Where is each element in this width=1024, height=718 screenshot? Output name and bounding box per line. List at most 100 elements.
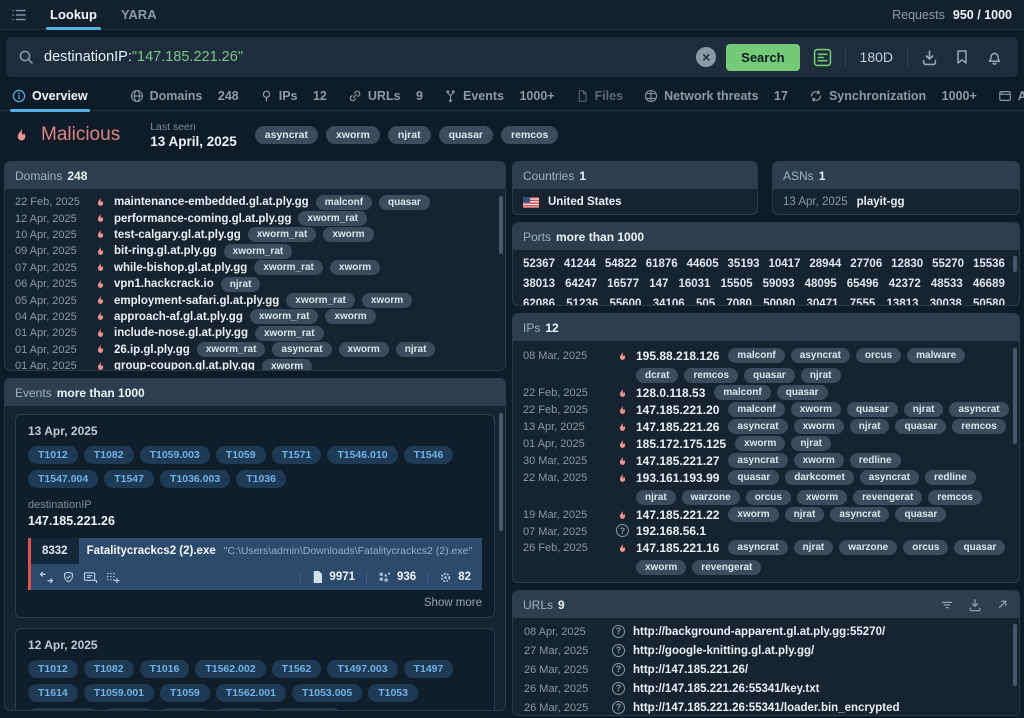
malware-tag[interactable]: quasar — [954, 540, 1005, 555]
port-value[interactable]: 34106 — [653, 294, 685, 305]
malware-tag[interactable]: njrat — [388, 126, 431, 144]
mitre-technique-tag[interactable]: T1071 — [216, 708, 266, 711]
domain-name[interactable]: bit-ring.gl.at.ply.gg — [114, 245, 217, 257]
malware-tag[interactable]: quasar — [847, 402, 898, 417]
malware-tag[interactable]: asyncrat — [728, 453, 787, 468]
malware-tag[interactable]: xworm — [330, 260, 380, 275]
malware-tag[interactable]: remcos — [928, 490, 982, 505]
url-link[interactable]: http://147.185.221.26:55341/loader.bin_e… — [633, 702, 900, 714]
scrollbar[interactable] — [1013, 624, 1017, 686]
port-value[interactable]: 35193 — [728, 254, 760, 274]
malware-tag[interactable]: quasar — [777, 385, 828, 400]
port-value[interactable]: 55600 — [609, 294, 641, 305]
ip-address[interactable]: 147.185.221.27 — [636, 454, 719, 468]
tab-analyses[interactable]: Analyses 994 — [998, 82, 1024, 111]
malware-tag[interactable]: redline — [850, 453, 901, 468]
mitre-technique-tag[interactable]: T1562 — [272, 660, 322, 678]
port-value[interactable]: 51236 — [566, 294, 598, 305]
port-value[interactable]: 41244 — [564, 254, 596, 274]
mitre-technique-tag[interactable]: T1053 — [368, 684, 418, 702]
mitre-technique-tag[interactable]: T1082 — [84, 660, 134, 678]
malware-tag[interactable]: xworm — [362, 293, 412, 308]
tab-events[interactable]: Events 1000+ — [444, 82, 555, 111]
mitre-technique-tag[interactable]: T1012 — [28, 446, 78, 464]
malware-tag[interactable]: asyncrat — [728, 419, 787, 434]
malware-tag[interactable]: njrat — [801, 368, 841, 383]
ip-address[interactable]: 147.185.221.26 — [636, 420, 719, 434]
ip-address[interactable]: 192.168.56.1 — [636, 524, 706, 538]
scrollbar[interactable] — [1013, 348, 1017, 444]
port-value[interactable]: 505 — [696, 294, 715, 305]
domain-name[interactable]: test-calgary.gl.at.ply.gg — [114, 229, 241, 241]
malware-tag[interactable]: xworm — [794, 419, 844, 434]
malware-tag[interactable]: xworm — [326, 126, 380, 144]
port-value[interactable]: 147 — [649, 274, 668, 294]
download-icon[interactable] — [968, 598, 982, 612]
malware-tag[interactable]: malconf — [728, 402, 784, 417]
ip-address[interactable]: 147.185.221.22 — [636, 508, 719, 522]
mitre-technique-tag[interactable]: T1547 — [104, 708, 154, 711]
mitre-technique-tag[interactable]: T1547.004 — [28, 470, 98, 488]
malware-tag[interactable]: darkcomet — [785, 470, 854, 485]
malware-tag[interactable]: njrat — [396, 342, 436, 357]
malware-tag[interactable]: revengerat — [853, 490, 922, 505]
malware-tag[interactable]: njrat — [904, 402, 944, 417]
malware-tag[interactable]: xworm — [791, 402, 841, 417]
port-value[interactable]: 64247 — [565, 274, 597, 294]
domain-name[interactable]: while-bishop.gl.at.ply.gg — [114, 262, 247, 274]
malware-tag[interactable]: quasar — [379, 195, 430, 210]
port-value[interactable]: 7080 — [726, 294, 752, 305]
malware-tag[interactable]: xworm — [323, 227, 373, 242]
port-value[interactable]: 15536 — [973, 254, 1005, 274]
mitre-technique-tag[interactable]: T1546.010 — [327, 446, 397, 464]
mitre-technique-tag[interactable]: T1059.001 — [84, 684, 154, 702]
port-value[interactable]: 48095 — [805, 274, 837, 294]
malware-tag[interactable]: asyncrat — [830, 507, 889, 522]
ip-address[interactable]: 195.88.218.126 — [636, 349, 719, 363]
open-external-icon[interactable] — [996, 598, 1009, 611]
port-value[interactable]: 28944 — [809, 254, 841, 274]
url-link[interactable]: http://147.185.221.26/ — [633, 664, 748, 676]
mitre-technique-tag[interactable]: T1547.001 — [28, 708, 98, 711]
process-row[interactable]: 8332 Fatalitycrackcs2 (2).exe "C:\Users\… — [28, 538, 482, 590]
domain-name[interactable]: employment-safari.gl.at.ply.gg — [114, 295, 279, 307]
port-value[interactable]: 7555 — [850, 294, 876, 305]
port-value[interactable]: 55270 — [932, 254, 964, 274]
malware-tag[interactable]: remcos — [952, 419, 1006, 434]
malware-tag[interactable]: njrat — [850, 419, 890, 434]
domain-name[interactable]: include-nose.gl.at.ply.gg — [114, 327, 248, 339]
malware-tag[interactable]: malconf — [714, 385, 770, 400]
malware-tag[interactable]: asyncrat — [791, 348, 850, 363]
ip-address[interactable]: 128.0.118.53 — [636, 386, 705, 400]
port-value[interactable]: 27706 — [850, 254, 882, 274]
malware-tag[interactable]: revengerat — [692, 560, 761, 575]
malware-tag[interactable]: asyncrat — [860, 470, 919, 485]
mitre-technique-tag[interactable]: T1059.003 — [140, 446, 210, 464]
malware-tag[interactable]: xworm_rat — [298, 211, 367, 226]
malware-tag[interactable]: xworm — [735, 436, 785, 451]
mitre-technique-tag[interactable]: T1012 — [28, 660, 78, 678]
malware-tag[interactable]: quasar — [439, 126, 493, 144]
mitre-technique-tag[interactable]: T1571 — [272, 446, 322, 464]
mitre-technique-tag[interactable]: T1053.005 — [292, 684, 362, 702]
port-value[interactable]: 48533 — [931, 274, 963, 294]
mitre-technique-tag[interactable]: T1059.003 — [272, 708, 342, 711]
files-count[interactable]: 9971 — [300, 571, 366, 584]
port-value[interactable]: 54822 — [605, 254, 637, 274]
malware-tag[interactable]: asyncrat — [255, 126, 318, 144]
port-value[interactable]: 46689 — [973, 274, 1005, 294]
malware-tag[interactable]: xworm_rat — [197, 342, 266, 357]
port-value[interactable]: 16577 — [607, 274, 639, 294]
mitre-technique-tag[interactable]: T1016 — [140, 660, 190, 678]
malware-tag[interactable]: quasar — [728, 470, 779, 485]
port-value[interactable]: 42372 — [889, 274, 921, 294]
tab-synchronization[interactable]: Synchronization 1000+ — [809, 82, 977, 111]
malware-tag[interactable]: xworm_rat — [255, 326, 324, 341]
malware-tag[interactable]: dcrat — [636, 368, 678, 383]
clear-search-button[interactable]: × — [696, 47, 716, 67]
malware-tag[interactable]: asyncrat — [272, 342, 331, 357]
show-more-link[interactable]: Show more — [28, 597, 482, 609]
url-link[interactable]: http://147.185.221.26:55341/key.txt — [633, 683, 819, 695]
malware-tag[interactable]: redline — [925, 470, 976, 485]
port-value[interactable]: 15505 — [721, 274, 753, 294]
